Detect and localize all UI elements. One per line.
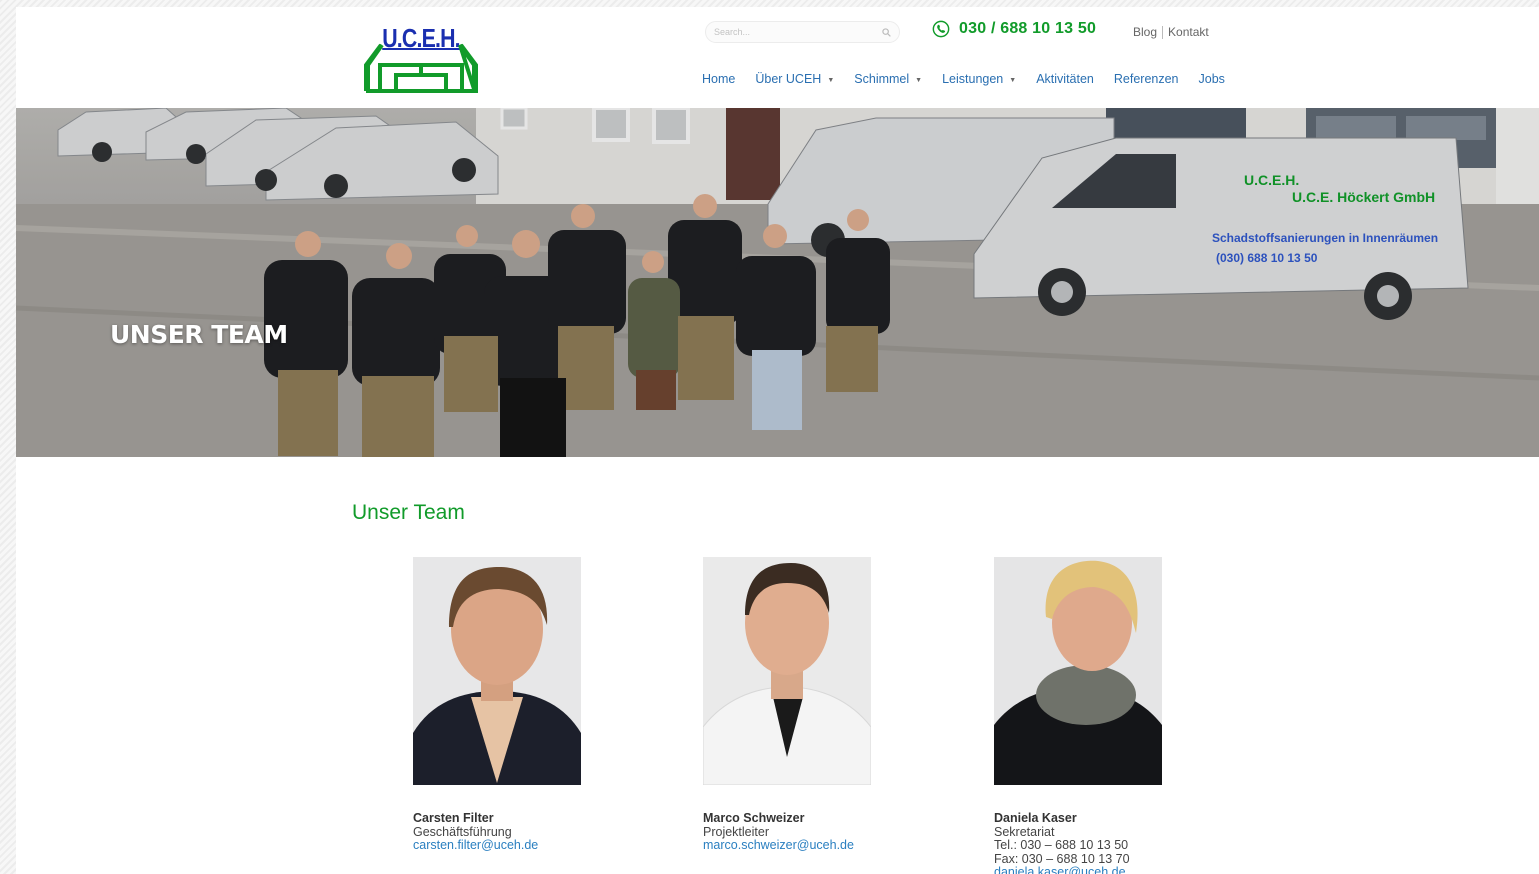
nav-label: Referenzen [1113, 72, 1179, 86]
search-icon[interactable] [882, 28, 891, 37]
member-name: Carsten Filter [413, 811, 494, 825]
site-logo[interactable]: U.C.E.H. [362, 23, 480, 93]
portrait-photo [994, 557, 1162, 785]
nav-label: Leistungen [942, 72, 1004, 86]
nav-item-ueber-uceh[interactable]: Über UCEH ▼ [755, 72, 834, 86]
section-heading: Unser Team [352, 501, 465, 524]
member-tel: Tel.: 030 – 688 10 13 50 [994, 838, 1129, 852]
phone-icon [932, 20, 950, 38]
nav-label: Home [702, 72, 736, 86]
caret-down-icon: ▼ [1009, 76, 1017, 84]
nav-item-home[interactable]: Home [702, 72, 735, 86]
top-links: Blog Kontakt [1133, 25, 1209, 39]
member-fax: Fax: 030 – 688 10 13 70 [994, 851, 1130, 866]
portrait-photo [703, 557, 871, 785]
member-email-link[interactable]: marco.schweizer@uceh.de [703, 838, 903, 853]
house-logo-icon [364, 43, 478, 93]
main-nav: Home Über UCEH ▼ Schimmel ▼ Leistungen ▼ Ak… [702, 72, 1245, 86]
nav-item-leistungen[interactable]: Leistungen ▼ [942, 72, 1016, 86]
member-name: Daniela Kaser [994, 811, 1077, 825]
member-info: Marco Schweizer Projektleiter marco.schw… [703, 811, 903, 853]
member-role: Sekretariat [994, 824, 1055, 839]
search-box [705, 21, 900, 43]
nav-item-jobs[interactable]: Jobs [1199, 72, 1225, 86]
team-photo: U.C.E.H. U.C.E. Höckert GmbH Schadstoffs… [16, 108, 1539, 457]
team-member-card: Daniela Kaser Sekretariat Tel.: 030 – 68… [994, 557, 1194, 874]
nav-item-aktivitaeten[interactable]: Aktivitäten [1036, 72, 1094, 86]
team-member-card: Marco Schweizer Projektleiter marco.schw… [703, 557, 903, 853]
team-member-card: Carsten Filter Geschäftsführung carsten.… [413, 557, 613, 853]
nav-item-referenzen[interactable]: Referenzen [1114, 72, 1179, 86]
member-email-link[interactable]: carsten.filter@uceh.de [413, 838, 613, 853]
member-info: Daniela Kaser Sekretariat Tel.: 030 – 68… [994, 811, 1194, 874]
member-name: Marco Schweizer [703, 811, 805, 825]
link-separator [1162, 25, 1164, 39]
hero-title: UNSER TEAM [110, 320, 288, 349]
nav-item-schimmel[interactable]: Schimmel ▼ [854, 72, 922, 86]
member-info: Carsten Filter Geschäftsführung carsten.… [413, 811, 613, 853]
nav-label: Aktivitäten [1036, 72, 1094, 86]
member-role: Geschäftsführung [413, 824, 512, 839]
nav-label: Schimmel [854, 72, 910, 86]
page: U.C.E.H. 030 / 688 10 13 50 Blog Kontakt [16, 7, 1539, 874]
caret-down-icon: ▼ [915, 76, 923, 84]
header-phone: 030 / 688 10 13 50 [932, 20, 1096, 38]
caret-down-icon: ▼ [827, 76, 835, 84]
portrait-photo [413, 557, 581, 785]
kontakt-link[interactable]: Kontakt [1168, 25, 1209, 39]
phone-number[interactable]: 030 / 688 10 13 50 [959, 20, 1096, 38]
search-input[interactable] [706, 22, 874, 42]
nav-label: Jobs [1198, 72, 1225, 86]
nav-label: Über UCEH [755, 72, 822, 86]
hero-banner: U.C.E.H. U.C.E. Höckert GmbH Schadstoffs… [16, 108, 1539, 457]
blog-link[interactable]: Blog [1133, 25, 1157, 39]
member-role: Projektleiter [703, 824, 769, 839]
member-email-link[interactable]: daniela.kaser@uceh.de [994, 865, 1194, 874]
